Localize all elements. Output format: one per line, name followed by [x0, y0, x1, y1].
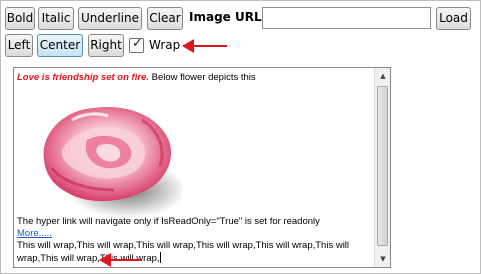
editor-content[interactable]: Love is friendship set on fire. Below fl… [14, 68, 374, 267]
wrap-text: This will wrap,This will wrap,This will … [17, 240, 350, 264]
clear-button[interactable]: Clear [147, 7, 183, 30]
up-arrow-icon[interactable]: ▲ [375, 68, 390, 84]
text-caret [159, 252, 161, 263]
vertical-scrollbar[interactable]: ▲ ▼ [374, 68, 390, 267]
editor-area[interactable]: Love is friendship set on fire. Below fl… [13, 67, 391, 268]
rich-text-editor-window: Bold Italic Underline Clear Image URL Lo… [0, 0, 481, 274]
quote-text: Love is friendship set on fire. [17, 72, 149, 83]
italic-button[interactable]: Italic [38, 7, 74, 30]
wrap-checkbox[interactable]: ✓ [129, 36, 144, 53]
first-line: Love is friendship set on fire. Below fl… [17, 72, 371, 84]
intro-text: Below flower depicts this [148, 72, 256, 83]
load-button[interactable]: Load [436, 7, 471, 30]
wrap-text-paragraph: This will wrap,This will wrap,This will … [17, 240, 369, 265]
align-left-button[interactable]: Left [5, 34, 33, 57]
red-arrow-icon [99, 253, 141, 267]
wrap-label: Wrap [149, 38, 181, 52]
more-link[interactable]: More..... [17, 228, 52, 240]
underline-button[interactable]: Underline [78, 7, 142, 30]
readonly-note: The hyper link will navigate only if IsR… [17, 216, 320, 227]
image-url-input[interactable] [262, 7, 431, 29]
align-right-button[interactable]: Right [88, 34, 124, 57]
down-arrow-icon[interactable]: ▼ [375, 251, 390, 267]
image-url-label: Image URL [189, 10, 262, 24]
red-arrow-icon [182, 39, 227, 53]
bold-button[interactable]: Bold [5, 7, 35, 30]
align-center-button[interactable]: Center [37, 34, 83, 57]
check-icon: ✓ [132, 36, 143, 51]
scrollbar-thumb[interactable] [377, 86, 388, 246]
rose-image [43, 107, 182, 218]
